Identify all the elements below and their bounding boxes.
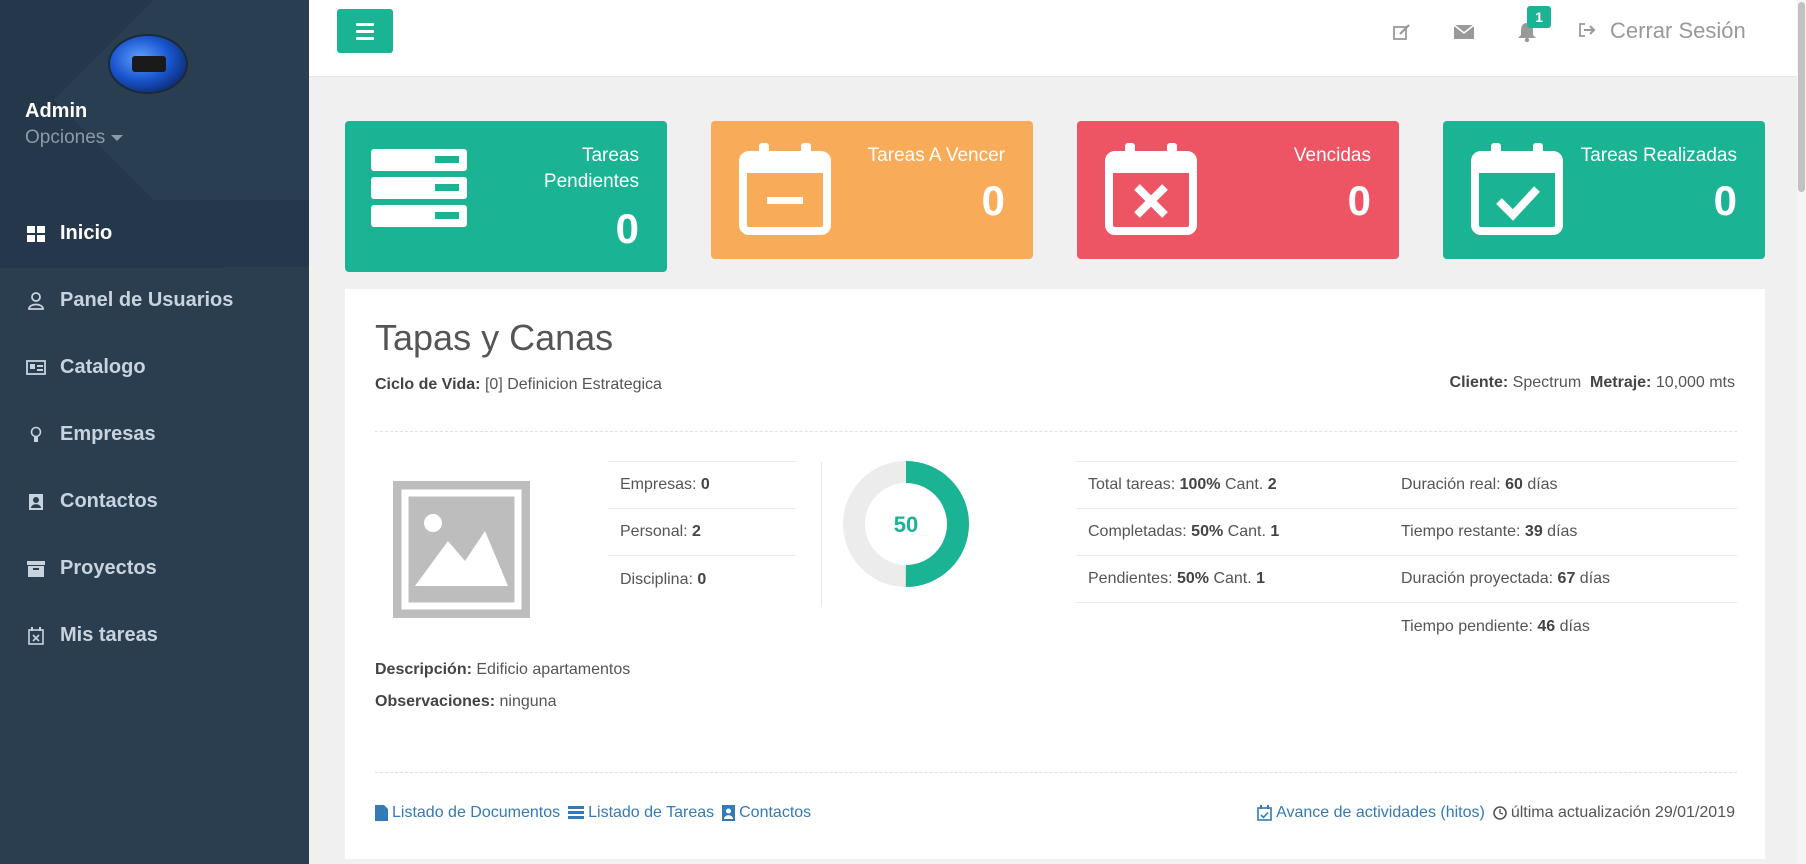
sidebar-item-catalogo[interactable]: Catalogo [0, 334, 309, 401]
table-row: Duración proyectada: 67 días [1389, 556, 1737, 603]
durations-table: Duración real: 60 días Tiempo restante: … [1389, 461, 1737, 650]
notification-badge: 1 [1527, 6, 1551, 28]
table-row: Pendientes: 50% Cant. 1 [1076, 556, 1389, 603]
project-title: Tapas y Canas [375, 317, 614, 358]
edit-icon[interactable] [1390, 20, 1414, 44]
sidebar-item-contactos[interactable]: Contactos [0, 468, 309, 535]
table-row: Completadas: 50% Cant. 1 [1076, 509, 1389, 556]
calendar-minus-icon [737, 141, 833, 237]
divider [375, 431, 1737, 432]
sidebar: Admin Opciones Inicio Panel de Usuarios … [0, 0, 309, 864]
file-icon [375, 805, 388, 821]
descripcion: Descripción: Edificio apartamentos [375, 661, 631, 678]
lightbulb-icon [26, 425, 46, 445]
link-avance-actividades[interactable]: Avance de actividades (hitos) [1257, 804, 1485, 822]
contact-card-icon [722, 805, 736, 821]
archive-icon [26, 559, 46, 579]
ciclo-de-vida: Ciclo de Vida: [0] Definicion Estrategic… [375, 376, 662, 393]
sidebar-item-label: Catalogo [60, 356, 146, 378]
table-row: Personal: 2 [608, 509, 796, 556]
vertical-divider [821, 462, 822, 607]
progress-value: 50 [894, 512, 918, 537]
sidebar-item-mis-tareas[interactable]: Mis tareas [0, 602, 309, 669]
stat-value: 0 [615, 205, 639, 252]
stat-value: 0 [1713, 177, 1737, 224]
sidebar-item-panel-usuarios[interactable]: Panel de Usuarios [0, 267, 309, 334]
project-links: Listado de Documentos Listado de Tareas … [375, 804, 819, 822]
profile-options-dropdown[interactable]: Opciones [25, 127, 124, 149]
sidebar-item-empresas[interactable]: Empresas [0, 401, 309, 468]
stat-card-vencidas[interactable]: Vencidas 0 [1077, 121, 1399, 259]
grid-icon [26, 224, 46, 244]
menu-toggle-button[interactable] [337, 9, 393, 53]
table-row: Tiempo restante: 39 días [1389, 509, 1737, 556]
sidebar-item-label: Mis tareas [60, 624, 158, 646]
stat-card-pendientes[interactable]: Tareas Pendientes 0 [345, 121, 667, 272]
table-row: Empresas: 0 [608, 462, 796, 509]
sidebar-item-label: Proyectos [60, 557, 157, 579]
list-icon [568, 806, 585, 820]
contact-book-icon [26, 492, 46, 512]
calendar-check-icon [1257, 805, 1272, 821]
progress-donut: 50 [843, 461, 969, 587]
id-card-icon [26, 358, 46, 378]
stat-label: Tareas A Vencer [867, 145, 1005, 166]
tasks-table: Total tareas: 100% Cant. 2 Completadas: … [1076, 461, 1389, 603]
stat-card-realizadas[interactable]: Tareas Realizadas 0 [1443, 121, 1765, 259]
profile-name: Admin [25, 100, 88, 122]
stat-value: 0 [981, 177, 1005, 224]
calendar-x-icon [26, 626, 46, 646]
sidebar-item-label: Contactos [60, 490, 158, 512]
profile-options-label: Opciones [25, 127, 106, 148]
sidebar-item-proyectos[interactable]: Proyectos [0, 535, 309, 602]
divider [375, 772, 1737, 773]
observaciones: Observaciones: ninguna [375, 693, 557, 710]
calendar-check-icon [1469, 141, 1565, 237]
stat-label: Tareas Pendientes [543, 145, 639, 192]
logout-label: Cerrar Sesión [1610, 18, 1746, 43]
sidebar-item-label: Empresas [60, 423, 156, 445]
table-row: Disciplina: 0 [620, 570, 707, 588]
stat-card-a-vencer[interactable]: Tareas A Vencer 0 [711, 121, 1033, 259]
link-listado-tareas[interactable]: Listado de Tareas [568, 804, 714, 822]
avatar[interactable] [110, 36, 186, 92]
table-row: Duración real: 60 días [1389, 462, 1737, 509]
sidebar-item-inicio[interactable]: Inicio [0, 200, 309, 267]
last-update-text: última actualización 29/01/2019 [1510, 804, 1735, 821]
clock-icon [1493, 806, 1507, 820]
logout-link[interactable]: Cerrar Sesión [1578, 18, 1746, 44]
table-row: Tiempo pendiente: 46 días [1401, 617, 1590, 635]
image-placeholder-icon [393, 481, 530, 618]
user-icon [26, 291, 46, 311]
stat-label: Vencidas [1293, 145, 1371, 166]
link-contactos[interactable]: Contactos [722, 804, 811, 822]
caret-down-icon [111, 134, 124, 141]
sidebar-item-label: Panel de Usuarios [60, 289, 234, 311]
sign-out-icon [1578, 18, 1596, 44]
sidebar-item-label: Inicio [60, 222, 113, 244]
project-right-links: Avance de actividades (hitos) última act… [1257, 804, 1735, 822]
calendar-times-icon [1103, 141, 1199, 237]
page-scrollbar[interactable] [1797, 0, 1806, 864]
stat-value: 0 [1347, 177, 1371, 224]
link-listado-documentos[interactable]: Listado de Documentos [375, 804, 560, 822]
envelope-icon[interactable] [1452, 20, 1476, 44]
server-list-icon [371, 141, 467, 237]
counts-table: Empresas: 0 Personal: 2 Disciplina: 0 [608, 461, 796, 603]
project-panel: Tapas y Canas Ciclo de Vida: [0] Definic… [345, 289, 1765, 859]
stat-label: Tareas Realizadas [1580, 145, 1737, 166]
table-row: Total tareas: 100% Cant. 2 [1076, 462, 1389, 509]
cliente-metraje: Cliente: Spectrum Metraje: 10,000 mts [1449, 374, 1735, 391]
